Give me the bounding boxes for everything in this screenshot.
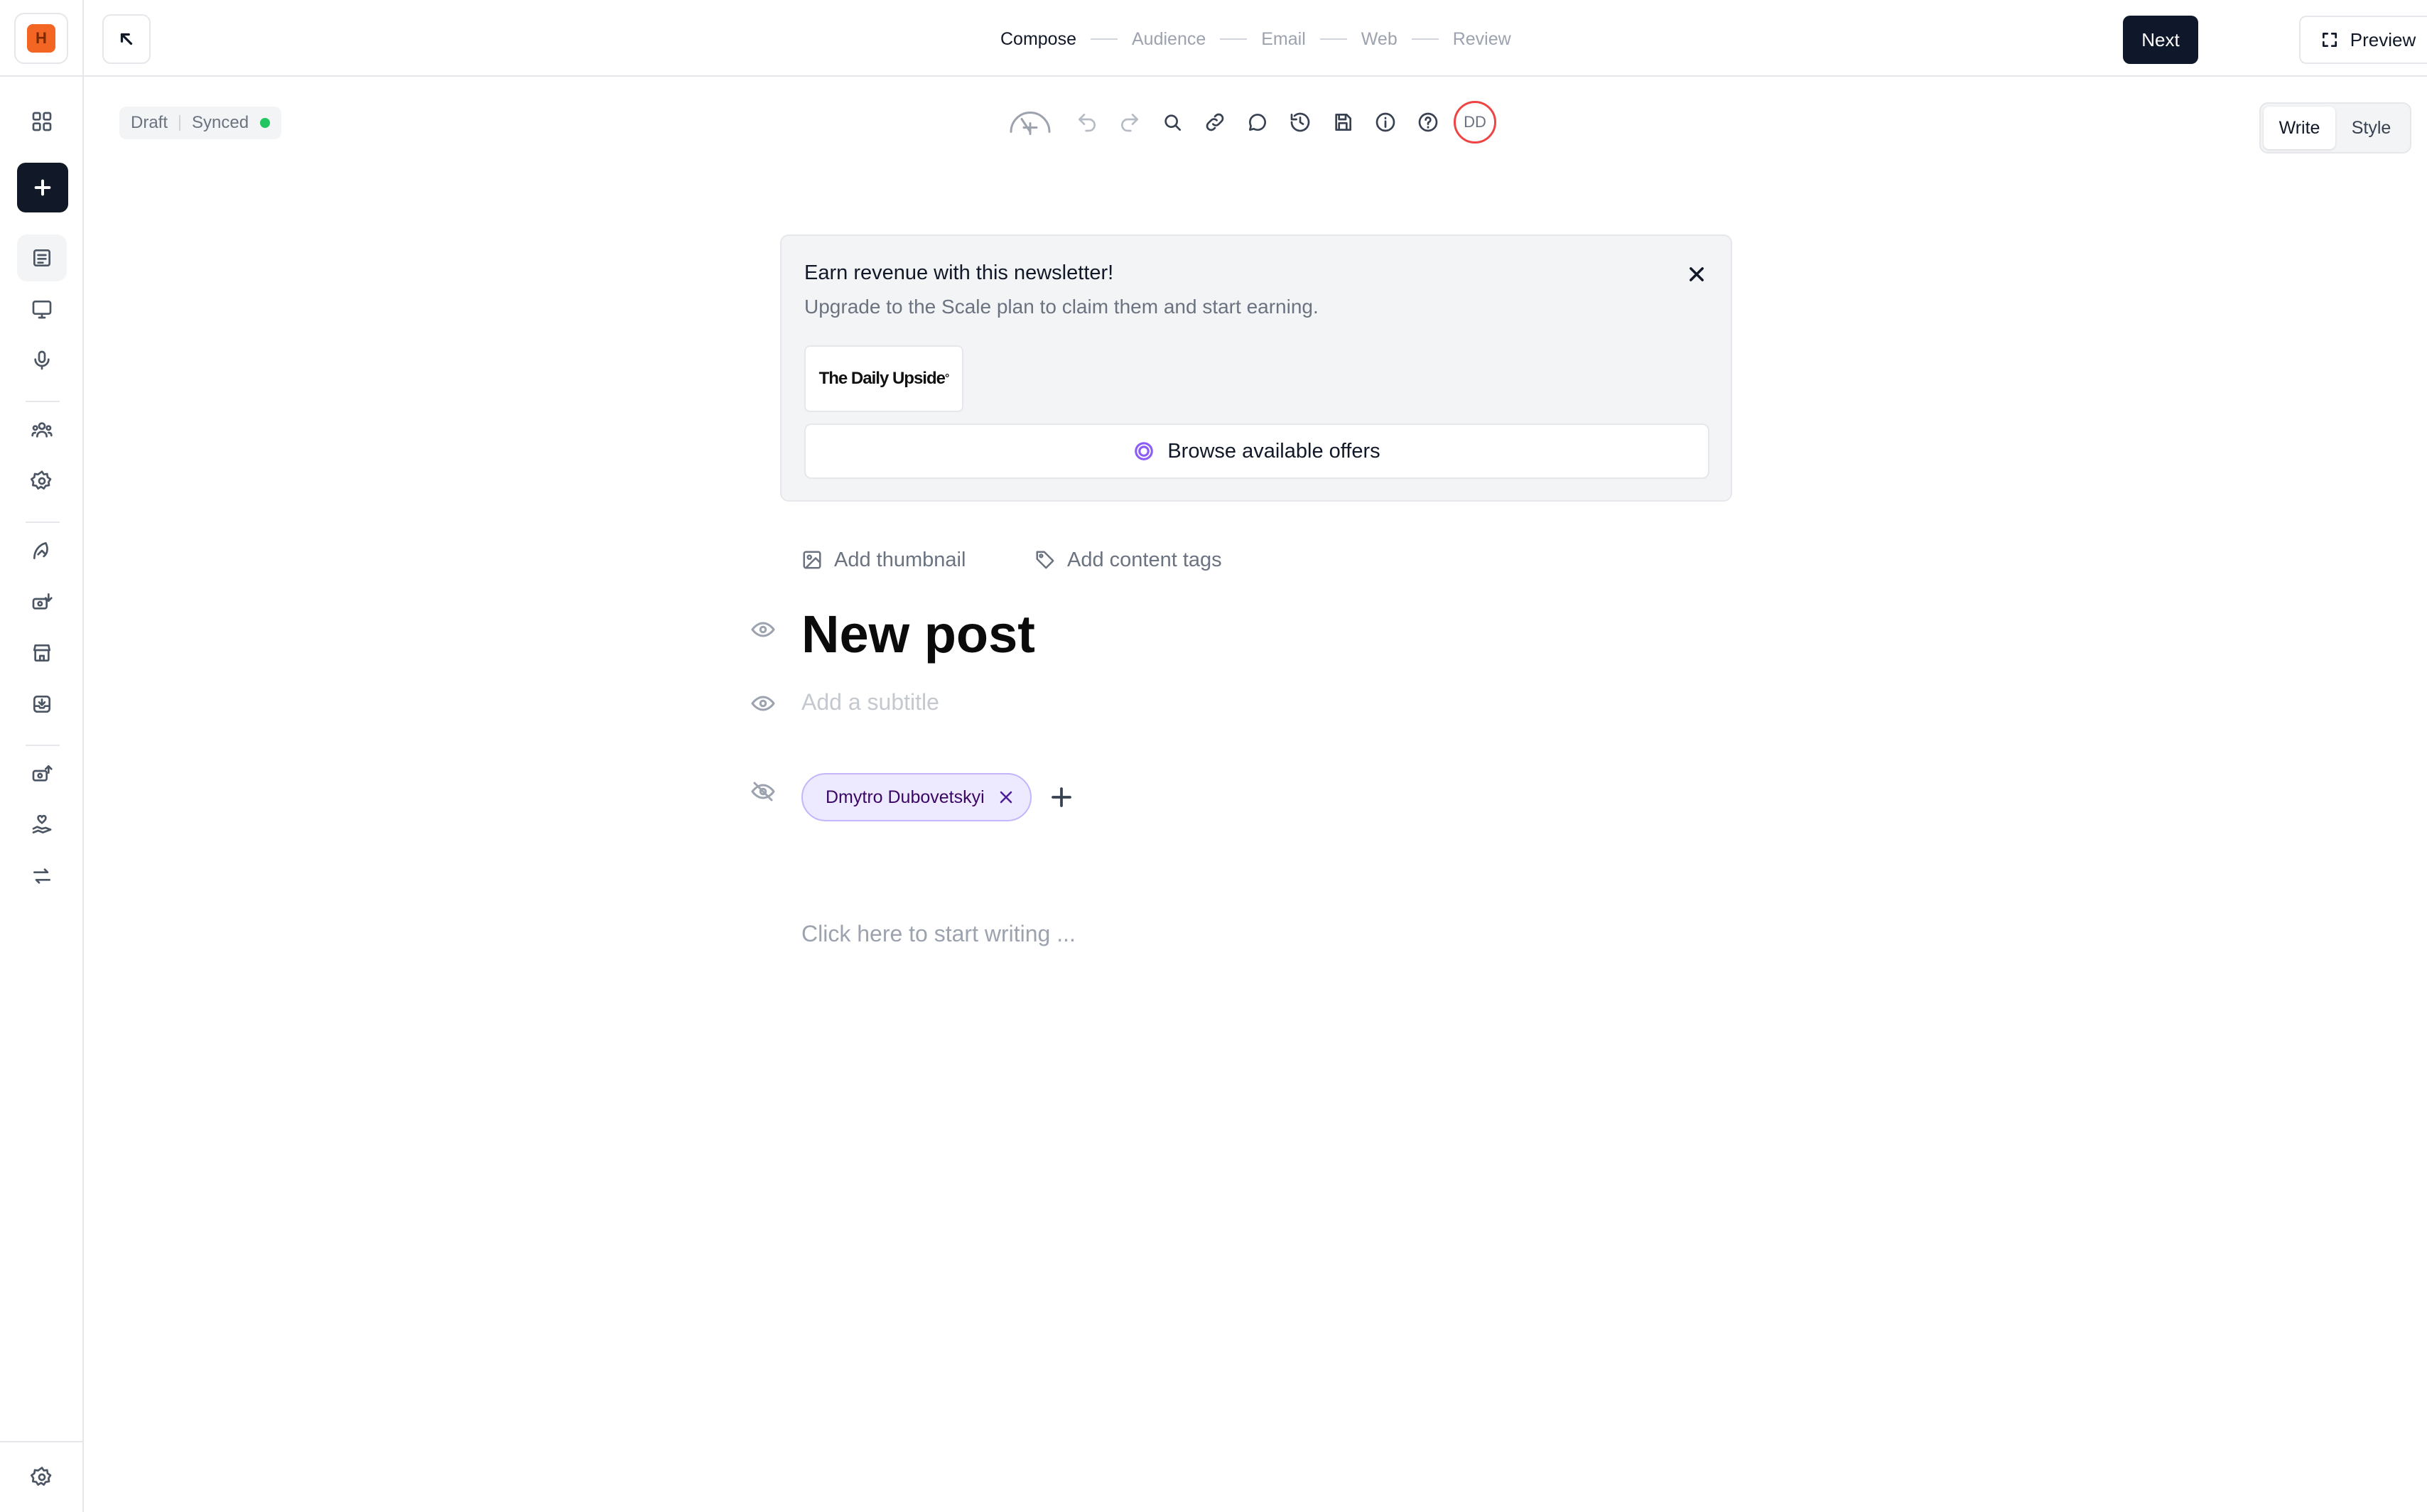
eye-icon[interactable] (750, 617, 776, 642)
step-audience[interactable]: Audience (1132, 29, 1206, 50)
bottom-settings-icon[interactable] (17, 1454, 67, 1501)
back-button[interactable] (102, 14, 151, 64)
synced-label: Synced (192, 113, 249, 132)
avatar[interactable]: DD (1454, 101, 1496, 144)
sidebar: H (0, 0, 84, 1512)
advertiser-mark: ° (944, 372, 949, 384)
offers-icon (1135, 442, 1154, 460)
link-icon[interactable] (1194, 101, 1236, 144)
donations-icon[interactable] (17, 801, 67, 848)
plus-icon (1052, 787, 1071, 807)
advertiser-logo[interactable]: The Daily Upside ° (804, 345, 963, 412)
post-title[interactable]: New post (801, 608, 1035, 661)
website-icon[interactable] (17, 286, 67, 333)
sidebar-divider-bottom (0, 1441, 84, 1442)
expand-icon (2322, 32, 2337, 48)
next-button[interactable]: Next (2123, 16, 2198, 64)
step-connector (1411, 38, 1439, 40)
add-tags-button[interactable]: Add content tags (1034, 546, 1222, 574)
preview-button-group: Preview (2299, 16, 2427, 64)
post-body-editor[interactable]: Click here to start writing ... (801, 921, 1076, 947)
undo-icon[interactable] (1066, 101, 1108, 144)
revenue-promo-card: Earn revenue with this newsletter! Upgra… (780, 234, 1732, 502)
redo-icon[interactable] (1108, 101, 1151, 144)
promo-subtitle: Upgrade to the Scale plan to claim them … (804, 296, 1319, 318)
progress-steps: Compose Audience Email Web Review (1000, 27, 1511, 51)
preview-button[interactable]: Preview (2301, 17, 2427, 63)
podcast-icon[interactable] (17, 337, 67, 384)
step-connector (1091, 38, 1118, 40)
step-connector (1220, 38, 1248, 40)
close-icon[interactable] (1687, 264, 1707, 284)
sync-icon[interactable] (17, 853, 67, 900)
seo-score-gauge-icon[interactable] (1002, 101, 1059, 144)
help-icon[interactable] (1407, 101, 1449, 144)
sidebar-divider (26, 745, 60, 746)
author-name: Dmytro Dubovetskyi (826, 787, 985, 807)
author-chip[interactable]: Dmytro Dubovetskyi (801, 773, 1032, 821)
inbox-icon[interactable] (17, 681, 67, 728)
browse-offers-label: Browse available offers (1167, 439, 1380, 463)
plus-icon (34, 179, 51, 196)
info-icon[interactable] (1364, 101, 1407, 144)
sidebar-divider (26, 522, 60, 523)
remove-author-icon[interactable] (998, 789, 1015, 806)
shop-icon[interactable] (17, 630, 67, 676)
settings-icon[interactable] (17, 458, 67, 504)
arrow-up-left-icon (120, 33, 133, 45)
promo-title: Earn revenue with this newsletter! (804, 261, 1114, 284)
sidebar-divider-top (0, 75, 84, 77)
sidebar-divider (26, 401, 60, 402)
add-author-button[interactable] (1049, 784, 1074, 810)
publication-logo[interactable]: H (14, 13, 68, 64)
image-icon (803, 551, 821, 569)
draft-label: Draft (131, 113, 168, 132)
top-bar: Compose Audience Email Web Review Next P… (84, 0, 2427, 77)
audience-icon[interactable] (17, 406, 67, 453)
step-review[interactable]: Review (1453, 29, 1511, 50)
advertiser-name: The Daily Upside (818, 369, 946, 388)
editor-toolbar: DD (1002, 101, 1496, 144)
synced-dot (260, 118, 271, 128)
step-web[interactable]: Web (1361, 29, 1398, 50)
preview-label: Preview (2350, 28, 2416, 50)
status-separator (179, 115, 181, 131)
dashboard-grid-icon[interactable] (17, 98, 67, 145)
mode-toggle: Write Style (2259, 102, 2411, 153)
step-compose[interactable]: Compose (1000, 29, 1076, 50)
tag-icon (1036, 551, 1054, 569)
tab-style[interactable]: Style (2335, 107, 2407, 149)
posts-icon[interactable] (17, 234, 67, 281)
add-thumbnail-button[interactable]: Add thumbnail (801, 546, 966, 574)
comment-icon[interactable] (1236, 101, 1279, 144)
logo-letter: H (27, 24, 55, 53)
subtitle-input[interactable]: Add a subtitle (801, 689, 939, 716)
add-tags-label: Add content tags (1067, 548, 1222, 571)
monetize-icon[interactable] (17, 578, 67, 625)
browse-offers-button[interactable]: Browse available offers (804, 423, 1709, 479)
search-icon[interactable] (1151, 101, 1194, 144)
tab-write[interactable]: Write (2264, 107, 2335, 149)
boost-icon[interactable] (17, 750, 67, 797)
create-new-button[interactable] (17, 163, 68, 212)
step-connector (1319, 38, 1347, 40)
add-thumbnail-label: Add thumbnail (834, 548, 966, 571)
status-badge: Draft Synced (119, 107, 282, 139)
eye-icon[interactable] (750, 691, 776, 716)
history-icon[interactable] (1279, 101, 1321, 144)
eye-off-icon[interactable] (750, 779, 776, 804)
step-email[interactable]: Email (1261, 29, 1306, 50)
growth-icon[interactable] (17, 527, 67, 574)
save-icon[interactable] (1321, 101, 1364, 144)
